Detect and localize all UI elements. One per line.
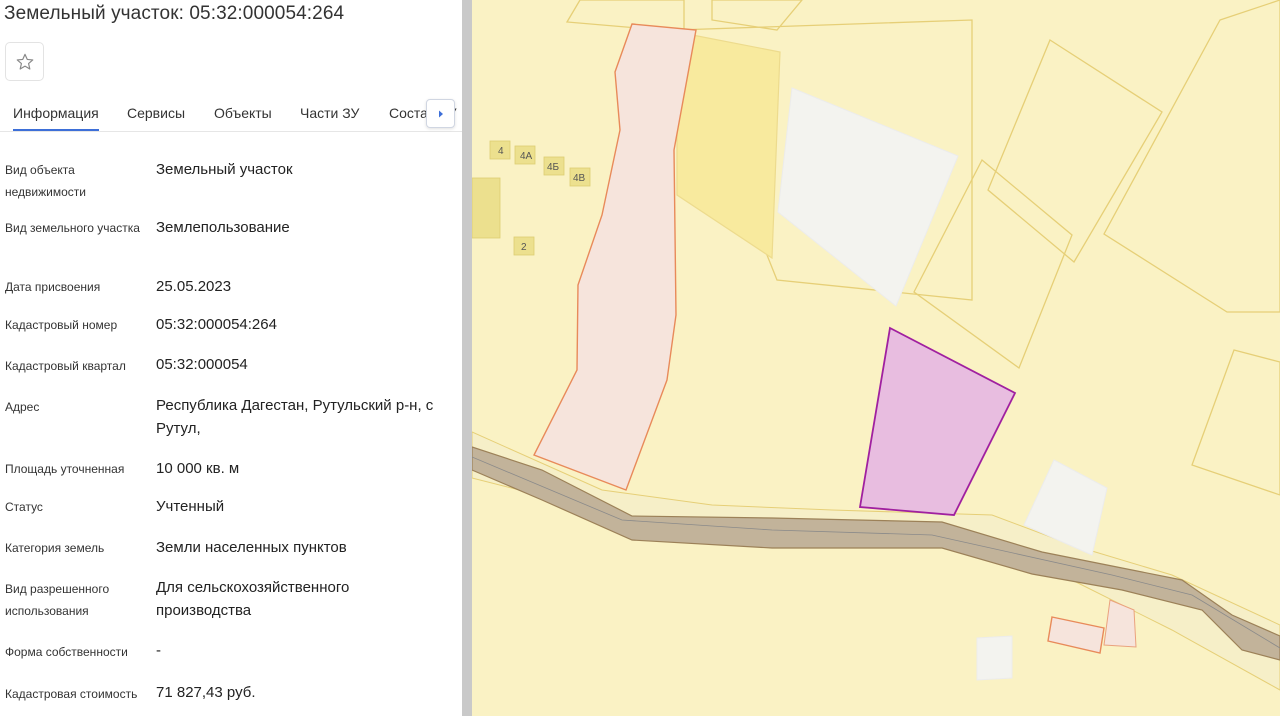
tab-information[interactable]: Информация <box>13 105 99 131</box>
favorite-button[interactable] <box>5 42 44 81</box>
star-outline-icon <box>16 53 33 70</box>
parcel-outline[interactable] <box>987 39 1163 263</box>
row-label-ownership-form: Форма собственности <box>5 645 128 659</box>
row-label-parcel-type: Вид земельного участка <box>5 221 140 235</box>
row-value-object-type: Земельный участок <box>156 161 293 178</box>
row-label-cadastral-value: Кадастровая стоимость <box>5 687 138 701</box>
yellow-parcel[interactable] <box>676 31 781 260</box>
building-label: 4 <box>498 146 504 157</box>
tab-services[interactable]: Сервисы <box>127 105 185 121</box>
panel-divider[interactable] <box>462 0 472 716</box>
row-value-address: Республика Дагестан, Рутульский р-н, с Р… <box>156 397 434 437</box>
row-value-assign-date: 25.05.2023 <box>156 278 232 295</box>
info-panel: Земельный участок: 05:32:000054:264 Инфо… <box>0 0 462 716</box>
pink-parcel-small[interactable] <box>1047 616 1105 654</box>
tab-bar: Информация Сервисы Объекты Части ЗУ Сост… <box>0 96 462 132</box>
page-title: Земельный участок: 05:32:000054:264 <box>4 3 345 24</box>
pink-parcel[interactable] <box>533 23 697 491</box>
parcel-outline[interactable] <box>711 0 803 31</box>
row-label-land-category: Категория земель <box>5 541 105 555</box>
building[interactable] <box>472 177 501 239</box>
row-label-address: Адрес <box>5 400 40 414</box>
caret-right-icon <box>438 110 443 117</box>
row-label-cadastral-number: Кадастровый номер <box>5 318 118 332</box>
row-label-area: Площадь уточненная <box>5 462 125 476</box>
row-label-object-type: Вид объекта недвижимости <box>5 163 86 199</box>
row-value-cadastral-number: 05:32:000054:264 <box>156 316 277 333</box>
row-label-cadastral-quarter: Кадастровый квартал <box>5 359 126 373</box>
parcel-outline[interactable] <box>1191 349 1280 496</box>
row-label-status: Статус <box>5 500 43 514</box>
cadastral-map[interactable]: 4 4А 4Б 4В 2 <box>472 0 1280 716</box>
building-label: 4Б <box>547 162 560 173</box>
tab-parts[interactable]: Части ЗУ <box>300 105 359 121</box>
tab-objects[interactable]: Объекты <box>214 105 272 121</box>
white-parcel[interactable] <box>777 87 959 307</box>
row-value-status: Учтенный <box>156 498 225 515</box>
row-value-cadastral-value: 71 827,43 руб. <box>156 684 256 701</box>
building-label: 4В <box>573 173 586 184</box>
building-label: 4А <box>520 151 533 162</box>
row-value-parcel-type: Землепользование <box>156 219 290 236</box>
row-value-permitted-use: Для сельскохозяйственного производства <box>156 579 350 619</box>
white-parcel[interactable] <box>976 635 1013 681</box>
row-label-permitted-use: Вид разрешенного использования <box>5 582 110 618</box>
parcel-outline[interactable] <box>1103 0 1280 313</box>
row-value-ownership-form: - <box>156 642 161 659</box>
building-label: 2 <box>521 242 527 253</box>
tabs-next-button[interactable] <box>426 99 455 128</box>
row-value-land-category: Земли населенных пунктов <box>156 539 347 556</box>
row-value-area: 10 000 кв. м <box>156 460 240 477</box>
row-value-cadastral-quarter: 05:32:000054 <box>156 356 248 373</box>
selected-parcel[interactable] <box>858 326 1017 516</box>
row-label-assign-date: Дата присвоения <box>5 280 101 294</box>
map-canvas[interactable]: 4 4А 4Б 4В 2 <box>472 0 1280 716</box>
